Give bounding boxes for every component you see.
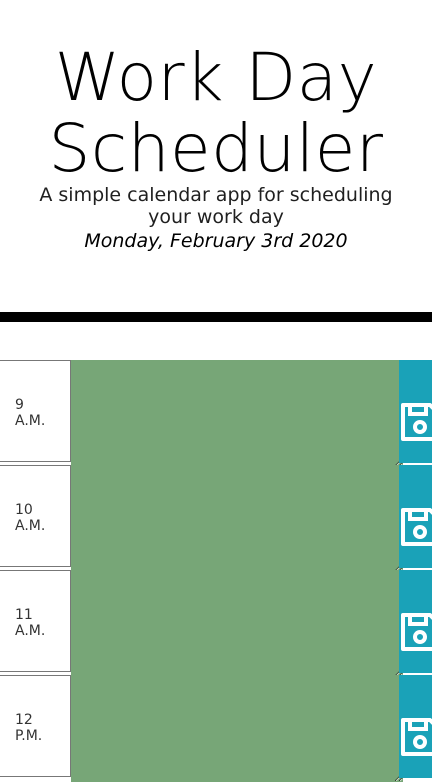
floppy-disk-icon [401,718,432,756]
title-line-1: Work Day [54,39,378,116]
page-subtitle: A simple calendar app for scheduling you… [39,184,393,228]
save-button[interactable] [399,675,432,778]
save-button[interactable] [399,360,432,463]
page-title: Work Day Scheduler [0,0,432,184]
hour-label: 11 A.M. [0,570,71,672]
event-textarea[interactable] [71,465,403,572]
save-button[interactable] [399,465,432,568]
title-line-2: Scheduler [48,110,384,187]
time-block-row: 11 A.M. [0,570,432,677]
floppy-disk-icon [401,508,432,546]
time-block-row: 9 A.M. [0,360,432,467]
hour-number: 9 [15,397,24,413]
page-header: Work Day Scheduler A simple calendar app… [0,0,432,312]
event-textarea[interactable] [71,570,403,677]
header-divider [0,312,432,322]
hour-label: 12 P.M. [0,675,71,777]
floppy-disk-icon [401,613,432,651]
hour-period: A.M. [15,518,46,534]
floppy-disk-icon [401,403,432,441]
hour-number: 12 [15,712,33,728]
hour-period: A.M. [15,413,46,429]
time-block-row: 10 A.M. [0,465,432,572]
hour-number: 10 [15,502,33,518]
time-block-row: 12 P.M. [0,675,432,782]
hour-number: 11 [15,607,33,623]
hour-period: A.M. [15,623,46,639]
save-button[interactable] [399,570,432,673]
current-date: Monday, February 3rd 2020 [84,230,348,252]
hour-label: 9 A.M. [0,360,71,462]
hour-period: P.M. [15,728,43,744]
event-textarea[interactable] [71,360,403,467]
event-textarea[interactable] [71,675,403,782]
hour-label: 10 A.M. [0,465,71,567]
